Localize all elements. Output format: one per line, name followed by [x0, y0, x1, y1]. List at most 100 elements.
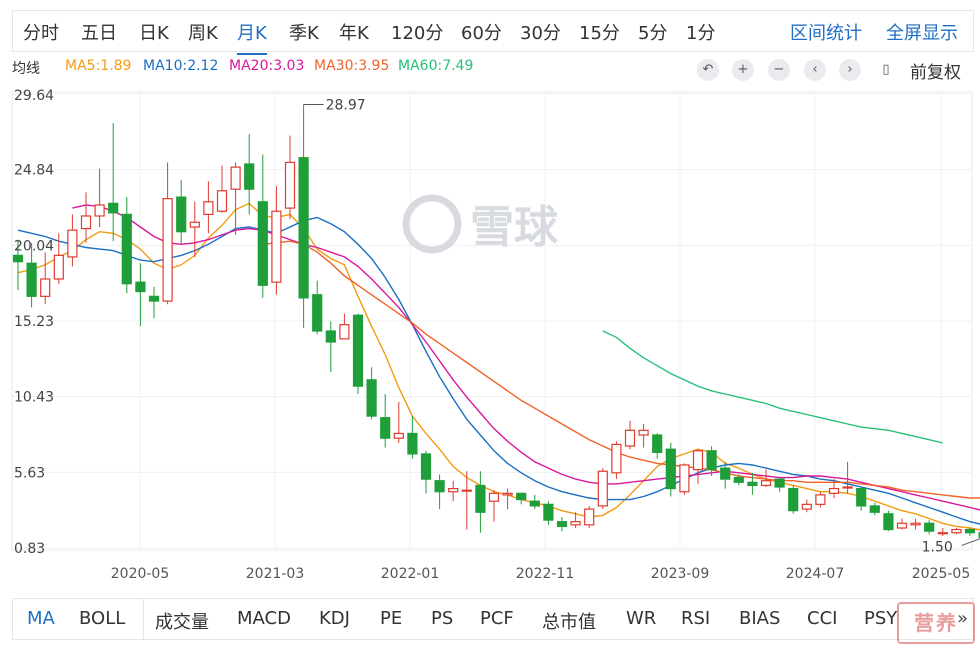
candle-body	[924, 522, 935, 532]
candle-body	[584, 508, 595, 526]
candle-body	[148, 295, 160, 302]
x-tick-label: 2020-05	[111, 566, 170, 582]
candle-body	[556, 521, 568, 528]
candle-body	[339, 324, 350, 340]
candle-body	[407, 432, 418, 455]
candle-type-icon[interactable]: ▯	[875, 59, 897, 81]
candle-body	[597, 470, 608, 507]
candle-body	[828, 487, 840, 494]
indicator-tab-0[interactable]: MA	[27, 608, 55, 629]
range-stats-link[interactable]: 区间统计	[790, 19, 862, 45]
undo-icon[interactable]: ↶	[697, 59, 719, 81]
zoom-out-icon[interactable]: −	[768, 59, 790, 81]
candle-body	[638, 429, 649, 436]
candle-body	[842, 486, 853, 489]
candle-body	[937, 532, 948, 535]
tab-4[interactable]: 月K	[237, 19, 267, 55]
indicator-tab-3[interactable]: MACD	[237, 608, 291, 629]
candle-body	[40, 278, 51, 297]
watermark-logo	[402, 194, 462, 254]
ma-legend-item: MA30:3.95	[314, 58, 390, 74]
indicator-tab-8[interactable]: 总市值	[542, 608, 596, 634]
tab-1[interactable]: 五日	[81, 19, 117, 45]
candle-body	[896, 522, 908, 529]
tab-3[interactable]: 周K	[188, 19, 218, 45]
candle-body	[420, 453, 432, 480]
indicator-tab-bar: » MA BOLL 成交量 MACD KDJ PE PS PCF 总市值 WR RSI BIAS CCI…	[12, 598, 974, 640]
indicator-tab-4[interactable]: KDJ	[319, 608, 350, 629]
indicator-tab-2[interactable]: 成交量	[155, 608, 209, 634]
pan-left-icon[interactable]: ‹	[804, 59, 826, 81]
candle-body	[94, 204, 105, 217]
indicator-tab-1[interactable]: BOLL	[79, 608, 125, 629]
candle-body	[434, 480, 445, 493]
y-tick-label: 0.83	[14, 541, 45, 557]
tab-0[interactable]: 分时	[23, 19, 59, 45]
y-tick-label: 24.84	[14, 163, 54, 179]
candle-body	[720, 467, 731, 480]
zoom-in-icon[interactable]: +	[732, 59, 754, 81]
tab-6[interactable]: 年K	[339, 19, 369, 45]
tab-12[interactable]: 1分	[686, 19, 715, 45]
candle-body	[108, 202, 119, 214]
candle-body	[67, 229, 78, 258]
indicator-tab-13[interactable]: PSY	[864, 608, 897, 629]
tab-10[interactable]: 15分	[579, 19, 620, 45]
candle-body	[815, 494, 826, 505]
candle-body	[706, 450, 717, 471]
kline-chart[interactable]: 2020-05 2021-03 2022-01 2022-11 2023-09 2024-…	[0, 82, 980, 588]
y-tick-label: 15.23	[14, 314, 54, 330]
indicator-tab-12[interactable]: CCI	[807, 608, 837, 629]
candle-body	[679, 464, 690, 493]
ma-legend-item: MA10:2.12	[143, 58, 219, 74]
candle-body	[162, 198, 173, 302]
candle-body	[951, 528, 962, 534]
candle-body	[529, 500, 540, 507]
candle-body	[475, 484, 486, 513]
tab-2[interactable]: 日K	[139, 19, 169, 45]
low-marker-line	[961, 538, 980, 546]
tab-5[interactable]: 季K	[289, 19, 319, 45]
candle-body	[325, 330, 336, 343]
candle-body	[216, 190, 228, 212]
candle-body	[53, 254, 64, 280]
pan-right-icon[interactable]: ›	[839, 59, 861, 81]
candle-body	[543, 503, 554, 521]
tab-8[interactable]: 60分	[461, 19, 502, 45]
y-tick-label: 10.43	[14, 390, 54, 406]
ma-legend: 均线 MA5:1.89 MA10:2.12 MA20:3.03 MA30:3.95 MA6…	[12, 58, 974, 80]
ma-line-ma10	[17, 216, 980, 525]
candle-body	[284, 161, 296, 209]
watermark-text: 雪球	[470, 202, 559, 253]
candle-body	[611, 443, 622, 474]
fullscreen-link[interactable]: 全屏显示	[886, 19, 958, 45]
indicator-tab-6[interactable]: PS	[431, 608, 453, 629]
candle-body	[461, 489, 472, 492]
candle-body	[883, 513, 894, 531]
x-tick-label: 2024-07	[786, 566, 845, 582]
candle-body	[570, 521, 581, 526]
candle-body	[189, 221, 200, 228]
indicator-tab-10[interactable]: RSI	[681, 608, 710, 629]
candle-body	[760, 480, 772, 487]
indicator-tab-11[interactable]: BIAS	[739, 608, 780, 629]
tab-11[interactable]: 5分	[638, 19, 667, 45]
ma-legend-item: MA20:3.03	[229, 58, 305, 74]
tab-divider	[143, 599, 144, 639]
candle-body	[488, 492, 500, 502]
tab-7[interactable]: 120分	[391, 19, 443, 45]
candle-body	[964, 528, 976, 534]
indicator-tab-7[interactable]: PCF	[480, 608, 514, 629]
candle-body	[788, 487, 799, 512]
indicator-tab-9[interactable]: WR	[626, 608, 656, 629]
candle-body	[747, 481, 758, 487]
candle-body	[502, 492, 513, 496]
period-tab-bar: 分时 五日 日K 周K 月K 季K 年K 120分 60分 30分 15分 5分 1分 区间统计 全屏显示	[12, 10, 974, 55]
ma-legend-item: MA60:7.49	[398, 58, 474, 74]
x-tick-label: 2023-09	[651, 566, 710, 582]
indicator-tab-5[interactable]: PE	[380, 608, 402, 629]
candle-body	[176, 196, 187, 233]
candle-body	[393, 432, 404, 439]
restore-adjust-button[interactable]: 前复权	[910, 58, 961, 83]
tab-9[interactable]: 30分	[520, 19, 561, 45]
